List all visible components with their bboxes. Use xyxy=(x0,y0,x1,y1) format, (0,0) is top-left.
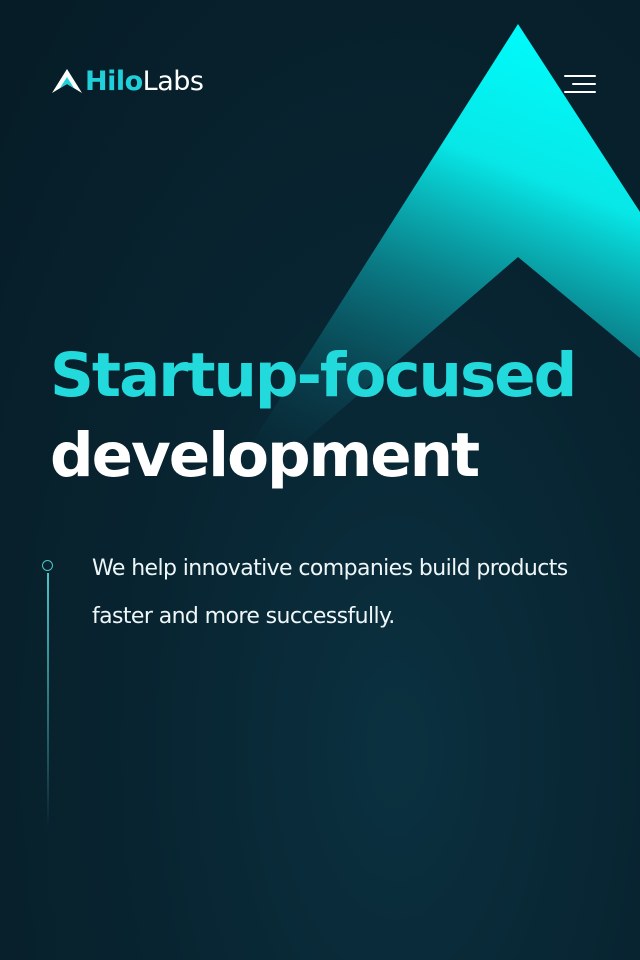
brand-name: HiloLabs xyxy=(85,65,204,97)
hero-headline: Startup-focused development xyxy=(50,336,577,496)
hamburger-menu-icon[interactable] xyxy=(560,70,600,98)
mountain-logo-icon xyxy=(52,69,82,93)
logo[interactable]: HiloLabs xyxy=(51,64,204,98)
headline-accent-line: Startup-focused xyxy=(50,340,577,411)
hero-subtext: We help innovative companies build produ… xyxy=(92,556,568,629)
timeline-dot xyxy=(42,560,53,571)
brand-name-labs: Labs xyxy=(142,65,204,97)
timeline-decoration xyxy=(41,560,55,830)
headline-main-line: development xyxy=(50,420,480,491)
brand-name-hilo: Hilo xyxy=(85,65,143,97)
timeline-line xyxy=(47,573,49,828)
menu-bar xyxy=(564,91,596,93)
menu-bar xyxy=(572,83,596,85)
menu-bar xyxy=(564,75,596,77)
